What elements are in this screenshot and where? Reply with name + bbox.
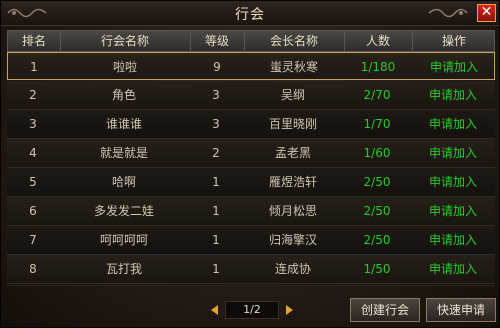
row-rank: 2 bbox=[29, 88, 37, 102]
arrow-right-icon[interactable] bbox=[286, 305, 293, 315]
table-row[interactable]: 4 就是就是 2 孟老黑 1/60 申请加入 bbox=[7, 139, 495, 168]
close-icon[interactable]: ✕ bbox=[477, 4, 496, 22]
row-rank: 6 bbox=[29, 204, 37, 218]
col-rank-header: 排名 bbox=[8, 31, 61, 51]
table-header: 排名 行会名称 等级 会长名称 人数 操作 bbox=[7, 30, 495, 52]
col-action-header: 操作 bbox=[441, 34, 466, 48]
row-leader: 蚩灵秋寒 bbox=[269, 60, 318, 74]
row-members: 1/50 bbox=[363, 262, 391, 276]
col-guild-name-header: 行会名称 bbox=[60, 31, 191, 51]
row-rank: 3 bbox=[29, 117, 37, 131]
row-members: 2/50 bbox=[363, 233, 391, 247]
row-leader: 吴纲 bbox=[280, 88, 305, 102]
row-leader: 归海擎汉 bbox=[268, 233, 317, 247]
row-members: 2/50 bbox=[363, 175, 391, 189]
row-leader: 雁煜浩轩 bbox=[268, 175, 317, 189]
apply-join-button[interactable]: 申请加入 bbox=[411, 197, 495, 225]
apply-join-button[interactable]: 申请加入 bbox=[411, 168, 495, 196]
row-rank: 7 bbox=[29, 233, 37, 247]
row-members: 2/70 bbox=[363, 88, 391, 102]
guild-window: 行会 ✕ 排名 行会名称 等级 会长名称 人数 操作 1 啦啦 9 蚩灵秋寒 1… bbox=[0, 0, 500, 328]
row-guild-name: 就是就是 bbox=[99, 146, 148, 160]
row-members: 2/50 bbox=[363, 204, 391, 218]
row-rank: 4 bbox=[29, 146, 37, 160]
table-row[interactable]: 5 哈啊 1 雁煜浩轩 2/50 申请加入 bbox=[7, 168, 495, 197]
row-level: 1 bbox=[212, 204, 220, 218]
row-guild-name: 哈啊 bbox=[111, 175, 136, 189]
table-row[interactable]: 7 呵呵呵呵 1 归海擎汉 2/50 申请加入 bbox=[7, 226, 495, 255]
row-guild-name: 呵呵呵呵 bbox=[99, 233, 148, 247]
ornament-right-icon bbox=[428, 8, 468, 18]
table-row[interactable]: 8 瓦打我 1 连成协 1/50 申请加入 bbox=[7, 255, 495, 284]
row-leader: 倾月松思 bbox=[268, 204, 317, 218]
table-row[interactable]: 1 啦啦 9 蚩灵秋寒 1/180 申请加入 bbox=[7, 52, 495, 80]
col-members-header: 人数 bbox=[344, 31, 413, 51]
col-level-header: 等级 bbox=[190, 31, 245, 51]
row-guild-name: 多发发二娃 bbox=[93, 204, 154, 218]
create-guild-button[interactable]: 创建行会 bbox=[350, 298, 420, 322]
divider bbox=[7, 285, 495, 286]
row-members: 1/180 bbox=[360, 60, 396, 74]
row-members: 1/60 bbox=[363, 146, 391, 160]
title-bar[interactable]: 行会 ✕ bbox=[1, 1, 499, 26]
row-level: 1 bbox=[212, 262, 220, 276]
row-guild-name: 角色 bbox=[111, 88, 136, 102]
row-level: 3 bbox=[212, 117, 220, 131]
row-level: 1 bbox=[212, 175, 220, 189]
row-rank: 1 bbox=[30, 60, 38, 74]
apply-join-button[interactable]: 申请加入 bbox=[412, 53, 496, 81]
row-rank: 8 bbox=[29, 262, 37, 276]
row-level: 1 bbox=[212, 233, 220, 247]
table-row[interactable]: 3 谁谁谁 3 百里晓刚 1/70 申请加入 bbox=[7, 110, 495, 139]
apply-join-button[interactable]: 申请加入 bbox=[411, 226, 495, 254]
row-leader: 孟老黑 bbox=[274, 146, 311, 160]
apply-join-button[interactable]: 申请加入 bbox=[411, 110, 495, 138]
row-leader: 百里晓刚 bbox=[268, 117, 317, 131]
pagination: 1/2 bbox=[209, 301, 295, 319]
row-members: 1/70 bbox=[363, 117, 391, 131]
row-level: 9 bbox=[213, 60, 221, 74]
window-title: 行会 bbox=[235, 7, 265, 23]
arrow-left-icon[interactable] bbox=[211, 305, 218, 315]
row-leader: 连成协 bbox=[274, 262, 311, 276]
row-level: 2 bbox=[212, 146, 220, 160]
row-guild-name: 谁谁谁 bbox=[105, 117, 142, 131]
table-row[interactable]: 2 角色 3 吴纲 2/70 申请加入 bbox=[7, 81, 495, 110]
page-indicator: 1/2 bbox=[225, 301, 279, 319]
row-guild-name: 啦啦 bbox=[112, 60, 137, 74]
apply-join-button[interactable]: 申请加入 bbox=[411, 139, 495, 167]
quick-apply-button[interactable]: 快速申请 bbox=[426, 298, 496, 322]
row-rank: 5 bbox=[29, 175, 37, 189]
row-level: 3 bbox=[212, 88, 220, 102]
col-leader-header: 会长名称 bbox=[244, 31, 345, 51]
row-guild-name: 瓦打我 bbox=[105, 262, 142, 276]
apply-join-button[interactable]: 申请加入 bbox=[411, 255, 495, 283]
table-row[interactable]: 6 多发发二娃 1 倾月松思 2/50 申请加入 bbox=[7, 197, 495, 226]
apply-join-button[interactable]: 申请加入 bbox=[411, 81, 495, 109]
